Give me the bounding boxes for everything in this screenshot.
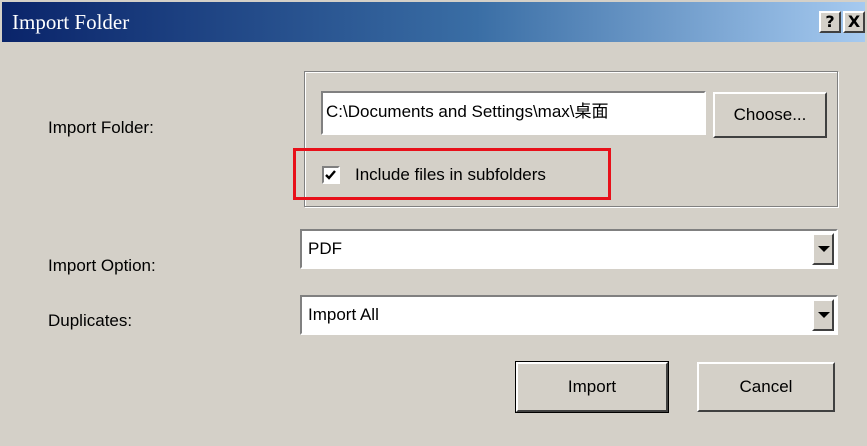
import-option-select[interactable]: PDF	[300, 229, 838, 269]
duplicates-label: Duplicates:	[48, 311, 133, 330]
folder-path-input[interactable]: C:\Documents and Settings\max\桌面	[321, 91, 706, 135]
highlight-box	[293, 148, 611, 200]
import-option-value: PDF	[308, 239, 342, 258]
import-option-dropdown-button[interactable]	[812, 233, 834, 265]
cancel-button[interactable]: Cancel	[697, 362, 835, 412]
chevron-down-icon	[818, 312, 830, 318]
help-button[interactable]: ?	[819, 11, 841, 33]
duplicates-dropdown-button[interactable]	[812, 299, 834, 331]
window-title: Import Folder	[12, 10, 130, 34]
import-option-label: Import Option:	[48, 256, 156, 275]
close-button[interactable]: X	[843, 11, 865, 33]
import-folder-label: Import Folder:	[48, 118, 154, 137]
choose-button[interactable]: Choose...	[713, 92, 827, 138]
duplicates-select[interactable]: Import All	[300, 295, 838, 335]
title-bar[interactable]: Import Folder ? X	[2, 2, 865, 42]
import-folder-dialog: Import Folder ? X Import Folder: C:\Docu…	[0, 0, 867, 446]
duplicates-value: Import All	[308, 305, 379, 324]
import-button[interactable]: Import	[515, 361, 669, 413]
chevron-down-icon	[818, 246, 830, 252]
